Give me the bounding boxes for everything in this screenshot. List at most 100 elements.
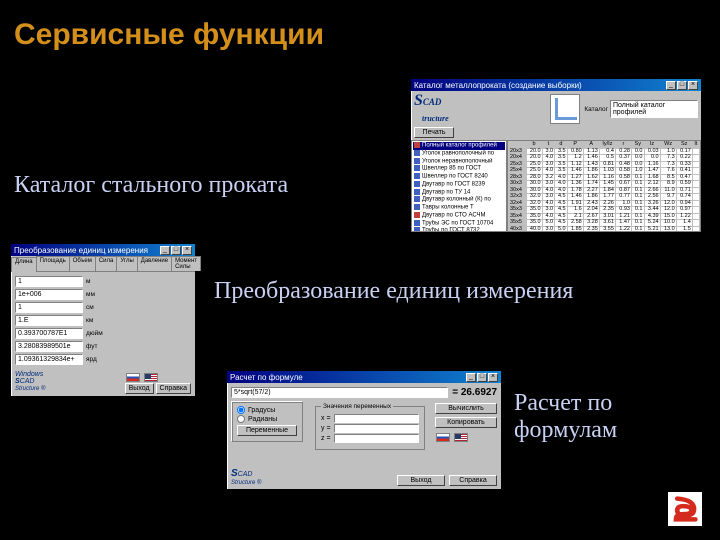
unit-value[interactable]: 1 (15, 276, 83, 287)
table-row[interactable]: 40x340.03.05.01.852.353.551.220.15.2113.… (509, 226, 700, 232)
book-icon (414, 142, 420, 148)
book-icon (414, 212, 420, 218)
exit-button[interactable]: Выход (125, 383, 154, 394)
tab-1[interactable]: Площадь (36, 256, 70, 271)
formula-titlebar[interactable]: Расчет по формуле _ □ × (227, 371, 501, 383)
compute-button[interactable]: Вычислить (435, 403, 497, 414)
convert-window-title: Преобразование единиц измерения (14, 246, 148, 255)
maximize-icon[interactable]: □ (171, 246, 181, 255)
tree-item[interactable]: Швеллер по ГОСТ 8240 (413, 173, 505, 181)
unit-label: мм (86, 291, 95, 298)
minimize-icon[interactable]: _ (466, 373, 476, 382)
variable-input[interactable] (334, 434, 419, 443)
maximize-icon[interactable]: □ (677, 81, 687, 90)
convert-window: Преобразование единиц измерения _ □ × Дл… (10, 243, 196, 397)
tree-item[interactable]: Двутавр по ТУ 14 (413, 189, 505, 197)
tree-item[interactable]: Полный каталог профилей (413, 142, 505, 150)
book-icon (414, 158, 420, 164)
flag-us-icon[interactable] (144, 373, 158, 382)
tree-item[interactable]: Трубы по ГОСТ 8732 (413, 227, 505, 232)
close-icon[interactable]: × (182, 246, 192, 255)
exit-button[interactable]: Выход (397, 475, 445, 486)
radio-radians[interactable]: Радианы (237, 415, 297, 423)
tab-5[interactable]: Давление (137, 256, 172, 271)
book-icon (414, 181, 420, 187)
unit-value[interactable]: 1.09361329834e+ (15, 354, 83, 365)
print-button[interactable]: Печать (414, 127, 454, 138)
variable-input[interactable] (334, 414, 419, 423)
book-icon (414, 165, 420, 171)
minimize-icon[interactable]: _ (160, 246, 170, 255)
tab-4[interactable]: Углы (116, 256, 137, 271)
tree-item[interactable]: Двутавр по ГОСТ 8239 (413, 181, 505, 189)
tree-item[interactable]: Тавры колонные Т (413, 204, 505, 212)
tree-item[interactable]: Двутавр колонный (К) по (413, 196, 505, 204)
scad-logo: WindowsSCADStructure ® (15, 371, 45, 392)
variables-group: Значения переменных x =y =z = (315, 403, 425, 450)
flag-ru-icon[interactable] (126, 373, 140, 382)
unit-value[interactable]: 0.393700787E1 (15, 328, 83, 339)
unit-row: 1см (15, 302, 191, 313)
tab-2[interactable]: Объем (69, 256, 96, 271)
variables-legend: Значения переменных (321, 403, 393, 410)
angle-profile-icon (550, 94, 580, 124)
unit-row: 0.393700787E1дюйм (15, 328, 191, 339)
unit-value[interactable]: 1e+006 (15, 289, 83, 300)
book-icon (414, 227, 420, 232)
tree-item[interactable]: Швеллер 85 по ГОСТ (413, 165, 505, 173)
unit-value[interactable]: 1 (15, 302, 83, 313)
scad-logo: SCADtructure (414, 93, 449, 125)
copy-button[interactable]: Копировать (435, 417, 497, 428)
tree-item[interactable]: Двутавр по СТО АСЧМ (413, 212, 505, 220)
formula-window-title: Расчет по формуле (230, 373, 303, 382)
minimize-icon[interactable]: _ (666, 81, 676, 90)
convert-titlebar[interactable]: Преобразование единиц измерения _ □ × (11, 244, 195, 256)
tab-6[interactable]: Момент Силы (171, 256, 201, 271)
formula-result: = 26.6927 (452, 387, 497, 398)
catalog-titlebar[interactable]: Каталог металлопроката (создание выборки… (411, 79, 701, 91)
caption-convert: Преобразование единиц измерения (214, 278, 573, 305)
tree-item[interactable]: Трубы ЭС по ГОСТ 10704 (413, 220, 505, 228)
angle-mode-group: Градусы Радианы Переменные (231, 401, 303, 442)
unit-label: см (86, 304, 94, 311)
variable-row: z = (321, 434, 419, 443)
variable-row: y = (321, 424, 419, 433)
profile-grid[interactable]: btdPAIy/IzrSyIzWzSzIt20x320.03.03.50.801… (507, 140, 701, 232)
unit-row: 1.Eкм (15, 315, 191, 326)
close-icon[interactable]: × (488, 373, 498, 382)
unit-value[interactable]: 1.E (15, 315, 83, 326)
book-icon (414, 204, 420, 210)
flag-us-icon[interactable] (454, 433, 468, 442)
variables-button[interactable]: Переменные (237, 425, 297, 436)
help-button[interactable]: Справка (156, 383, 191, 394)
tree-item[interactable]: Уголок неравнополочный (413, 158, 505, 166)
unit-label: дюйм (86, 330, 103, 337)
book-icon (414, 173, 420, 179)
variable-input[interactable] (334, 424, 419, 433)
unit-value[interactable]: 3.28083989501e (15, 341, 83, 352)
unit-label: м (86, 278, 90, 285)
unit-row: 1e+006мм (15, 289, 191, 300)
catalog-window: Каталог металлопроката (создание выборки… (410, 78, 702, 233)
unit-row: 1.09361329834e+ярд (15, 354, 191, 365)
scad-logo: SCADStructure ® (231, 469, 261, 486)
unit-tabs[interactable]: ДлинаПлощадьОбъемСилаУглыДавлениеМомент … (11, 256, 195, 272)
slide-title: Сервисные функции (14, 18, 324, 52)
radio-degrees[interactable]: Градусы (237, 406, 297, 414)
maximize-icon[interactable]: □ (477, 373, 487, 382)
formula-input[interactable]: 5*sqrt(57/2) (231, 387, 448, 398)
help-button[interactable]: Справка (449, 475, 497, 486)
catalog-select[interactable]: Полный каталог профилей (610, 100, 698, 118)
flag-ru-icon[interactable] (436, 433, 450, 442)
tree-item[interactable]: Уголок равнополочный по (413, 150, 505, 158)
book-icon (414, 220, 420, 226)
caption-catalog: Каталог стального проката (14, 172, 288, 199)
tab-0[interactable]: Длина (11, 257, 37, 272)
catalog-label: Каталог (584, 106, 608, 113)
catalog-window-title: Каталог металлопроката (создание выборки… (414, 81, 582, 90)
unit-label: ярд (86, 356, 97, 363)
tab-3[interactable]: Сила (95, 256, 118, 271)
book-icon (414, 150, 420, 156)
close-icon[interactable]: × (688, 81, 698, 90)
profile-tree[interactable]: Полный каталог профилейУголок равнополоч… (411, 140, 507, 232)
